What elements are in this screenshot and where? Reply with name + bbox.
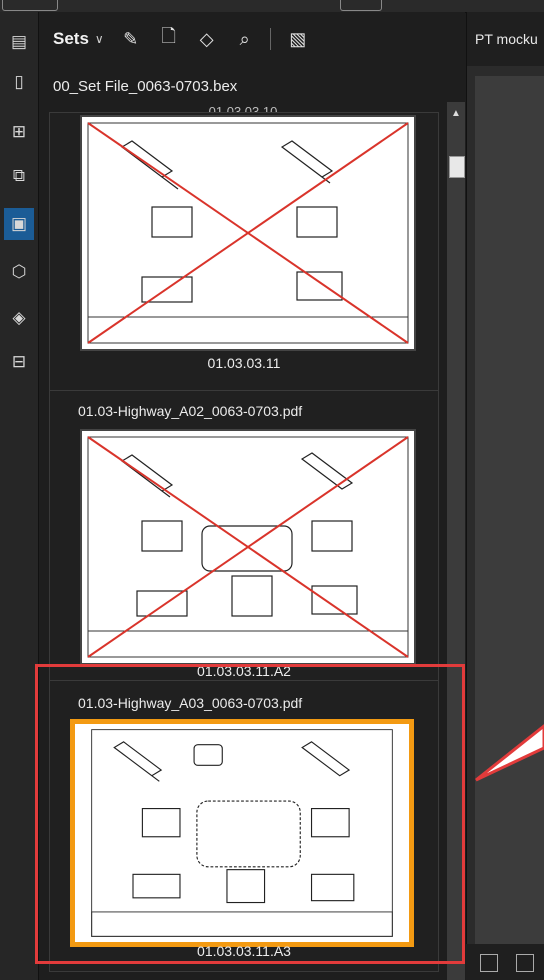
cube-icon[interactable]: ⬡ [4, 256, 34, 288]
thumbnail-list[interactable]: 01.03.03.10 01.03.03.11 [39, 102, 447, 980]
left-toolbar: ▤ ▯ ⊞ ⧉ ▣ ⬡ ◈ ⊟ [0, 12, 39, 980]
page-thumbnail[interactable] [80, 115, 416, 351]
two-page-icon[interactable] [516, 954, 534, 972]
viewer-tab-title: PT mocku [475, 31, 538, 47]
window-fragment [2, 0, 58, 11]
sets-title[interactable]: Sets [53, 29, 89, 49]
grid-icon[interactable]: ⊞ [4, 116, 34, 148]
document-icon[interactable]: ▤ [4, 26, 34, 58]
drawing-preview [87, 436, 409, 658]
viewer-bottom-bar [466, 944, 544, 980]
set-file-name: 00_Set File_0063-0703.bex [53, 78, 238, 95]
compare-icon[interactable]: ▧ [287, 29, 309, 50]
separator [269, 28, 271, 50]
list-item[interactable]: 01.03-Highway_A02_0063-0703.pdf 01.03.03… [49, 390, 439, 682]
chevron-down-icon[interactable]: ∨ [95, 32, 104, 46]
scrollbar-thumb[interactable] [449, 156, 465, 178]
list-item-selected[interactable]: 01.03-Highway_A03_0063-0703.pdf 01.03.03… [49, 680, 439, 972]
drawing-preview [87, 122, 409, 344]
layers-icon[interactable]: ◈ [4, 302, 34, 334]
page-label: 01.03.03.11 [207, 355, 281, 371]
sets-icon[interactable]: ▣ [4, 208, 34, 240]
markup-icon[interactable]: ⧉ [4, 160, 34, 192]
scrollbar[interactable]: ▲ [447, 102, 465, 980]
document-viewer: PT mocku [466, 12, 544, 980]
drawing-preview [91, 729, 393, 937]
card-file-name: 01.03-Highway_A02_0063-0703.pdf [78, 403, 303, 419]
toolbox-icon[interactable]: ⊟ [4, 346, 34, 378]
card-file-name: 01.03-Highway_A03_0063-0703.pdf [78, 695, 303, 711]
annotation-callout-arrow [475, 724, 544, 782]
page-label: 01.03.03.11.A3 [197, 943, 291, 959]
edit-set-icon[interactable]: ✎ [120, 29, 142, 50]
window-fragment [340, 0, 382, 11]
page-thumbnail-selected[interactable] [70, 719, 414, 947]
add-file-icon[interactable]: 🗋 [158, 24, 180, 54]
single-page-icon[interactable] [480, 954, 498, 972]
viewer-canvas[interactable] [475, 76, 544, 948]
search-set-icon[interactable]: ⌕ [234, 29, 256, 50]
list-item[interactable]: 01.03.03.11 [49, 112, 439, 392]
sets-panel: Sets ∨ ✎ 🗋 ◇ ⌕ ▧ 00_Set File_0063-0703.b… [39, 12, 465, 980]
panel-header: Sets ∨ ✎ 🗋 ◇ ⌕ ▧ [39, 12, 465, 66]
page-label: 01.03.03.11.A2 [197, 663, 291, 679]
page-thumbnail[interactable] [80, 429, 416, 665]
tag-icon[interactable]: ◇ [196, 29, 218, 50]
scroll-up-icon[interactable]: ▲ [451, 108, 461, 119]
book-icon[interactable]: ▯ [4, 66, 34, 98]
viewer-tab[interactable]: PT mocku [467, 12, 544, 66]
